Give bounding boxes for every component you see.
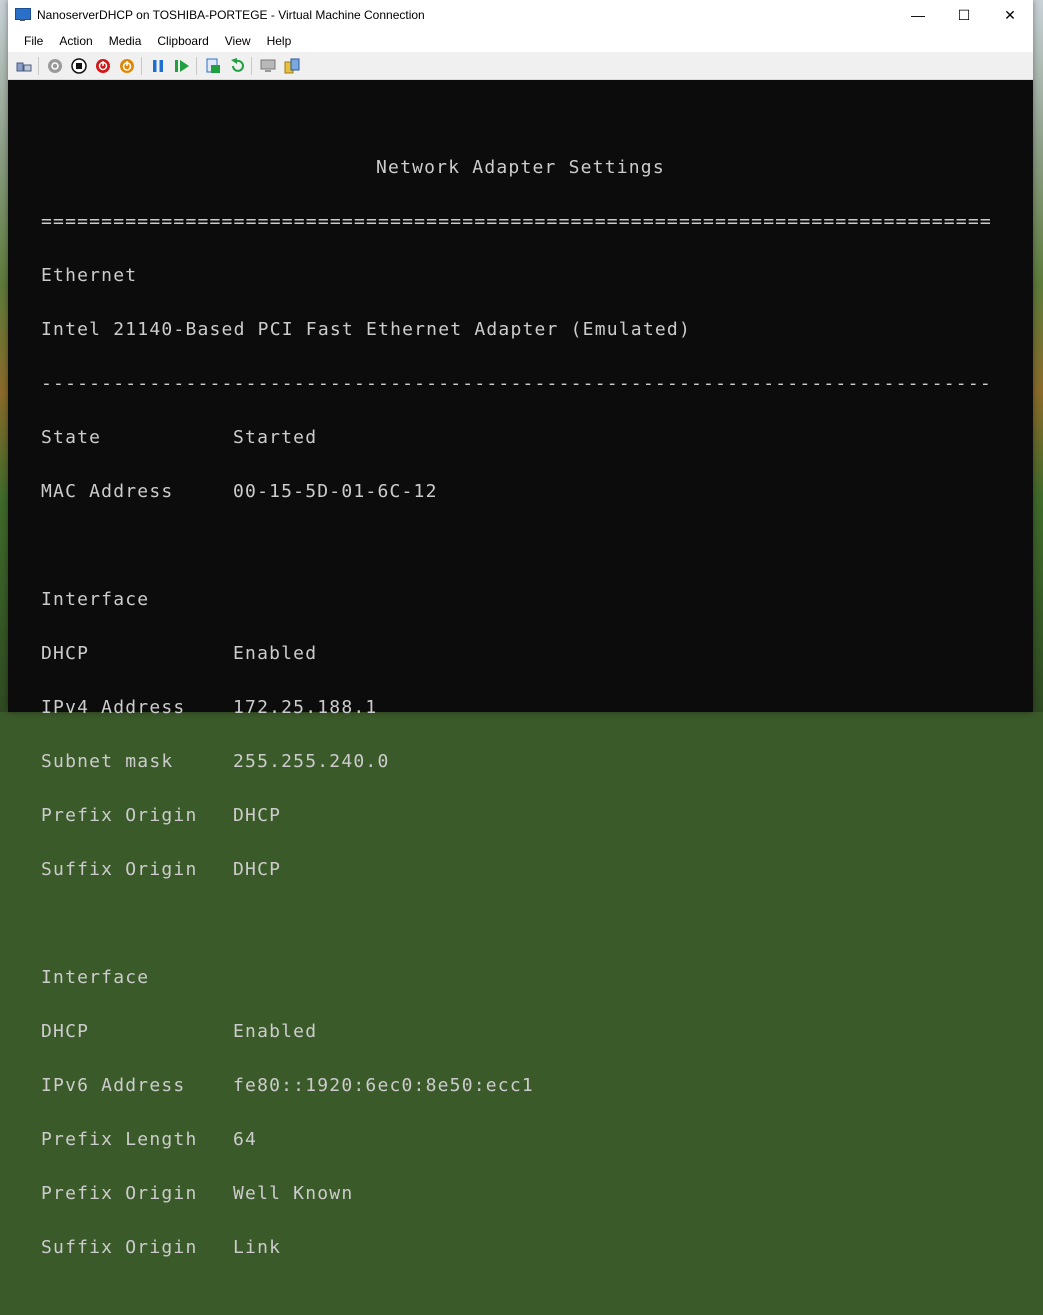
prefix-length-label: Prefix Length — [41, 1129, 198, 1150]
interface-title: Interface — [41, 589, 150, 610]
toolbar-separator — [251, 56, 252, 75]
dhcp-value: Enabled — [233, 1021, 318, 1042]
ipv4-label: IPv4 Address — [41, 697, 186, 718]
minimize-button[interactable]: — — [895, 0, 941, 30]
ipv6-label: IPv6 Address — [41, 1075, 186, 1096]
dhcp-label: DHCP — [41, 1021, 90, 1042]
ipv4-row: IPv4 Address 172.25.188.1 — [41, 694, 992, 721]
start-icon[interactable] — [47, 58, 63, 74]
close-button[interactable]: ✕ — [987, 0, 1033, 30]
revert-icon[interactable] — [229, 57, 245, 74]
subnet-label: Subnet mask — [41, 751, 174, 772]
state-label: State — [41, 427, 102, 448]
suffix-origin-value: DHCP — [233, 859, 282, 880]
menu-clipboard[interactable]: Clipboard — [149, 30, 216, 52]
prefix-origin-row: Prefix Origin DHCP — [41, 802, 992, 829]
dhcp-label: DHCP — [41, 643, 90, 664]
state-row: State Started — [41, 424, 992, 451]
enhanced-session-icon[interactable] — [260, 58, 276, 74]
double-rule: ========================================… — [41, 211, 992, 232]
suffix-origin-value: Link — [233, 1237, 282, 1258]
shut-down-icon[interactable] — [95, 58, 111, 74]
prefix-origin-value: Well Known — [233, 1183, 354, 1204]
power-icon[interactable] — [119, 58, 135, 74]
menu-bar: File Action Media Clipboard View Help — [8, 30, 1033, 52]
resume-icon[interactable] — [174, 58, 190, 74]
prefix-origin-label: Prefix Origin — [41, 805, 198, 826]
state-value: Started — [233, 427, 318, 448]
toolbar-separator — [141, 56, 142, 75]
ctrl-alt-del-icon[interactable] — [16, 58, 32, 74]
adapter-description: Intel 21140-Based PCI Fast Ethernet Adap… — [41, 319, 691, 340]
maximize-button[interactable]: ☐ — [941, 0, 987, 30]
ipv6-row: IPv6 Address fe80::1920:6ec0:8e50:ecc1 — [41, 1072, 992, 1099]
vm-console-screen[interactable]: Network Adapter Settings ===============… — [8, 80, 1033, 1258]
interface-title: Interface — [41, 967, 150, 988]
toolbar-separator — [196, 56, 197, 75]
toolbar-separator — [38, 56, 39, 75]
console-heading: Network Adapter Settings — [376, 157, 665, 178]
single-rule: ----------------------------------------… — [41, 373, 992, 394]
window-title: NanoserverDHCP on TOSHIBA-PORTEGE - Virt… — [37, 8, 425, 22]
share-icon[interactable] — [284, 58, 300, 74]
subnet-value: 255.255.240.0 — [233, 751, 390, 772]
console-text: Network Adapter Settings ===============… — [41, 127, 992, 1315]
prefix-origin-row: Prefix Origin Well Known — [41, 1180, 992, 1207]
menu-file[interactable]: File — [8, 30, 51, 52]
dhcp-row: DHCP Enabled — [41, 1018, 992, 1045]
menu-help[interactable]: Help — [259, 30, 300, 52]
menu-view[interactable]: View — [217, 30, 259, 52]
prefix-origin-value: DHCP — [233, 805, 282, 826]
title-bar[interactable]: NanoserverDHCP on TOSHIBA-PORTEGE - Virt… — [8, 0, 1033, 30]
prefix-length-value: 64 — [233, 1129, 258, 1150]
suffix-origin-row: Suffix Origin DHCP — [41, 856, 992, 883]
ipv6-value: fe80::1920:6ec0:8e50:ecc1 — [233, 1075, 534, 1096]
subnet-row: Subnet mask 255.255.240.0 — [41, 748, 992, 775]
suffix-origin-label: Suffix Origin — [41, 859, 198, 880]
vm-connection-icon — [15, 8, 31, 22]
ipv4-value: 172.25.188.1 — [233, 697, 378, 718]
suffix-origin-row: Suffix Origin Link — [41, 1234, 992, 1261]
dhcp-row: DHCP Enabled — [41, 640, 992, 667]
mac-label: MAC Address — [41, 481, 174, 502]
pause-icon[interactable] — [150, 58, 166, 74]
checkpoint-icon[interactable] — [205, 58, 221, 74]
suffix-origin-label: Suffix Origin — [41, 1237, 198, 1258]
turn-off-icon[interactable] — [71, 57, 87, 74]
dhcp-value: Enabled — [233, 643, 318, 664]
mac-value: 00-15-5D-01-6C-12 — [233, 481, 438, 502]
mac-row: MAC Address 00-15-5D-01-6C-12 — [41, 478, 992, 505]
prefix-origin-label: Prefix Origin — [41, 1183, 198, 1204]
adapter-name: Ethernet — [41, 265, 138, 286]
menu-media[interactable]: Media — [101, 30, 150, 52]
toolbar — [8, 52, 1033, 80]
prefix-length-row: Prefix Length 64 — [41, 1126, 992, 1153]
menu-action[interactable]: Action — [51, 30, 100, 52]
vm-connection-window: NanoserverDHCP on TOSHIBA-PORTEGE - Virt… — [8, 0, 1033, 1258]
